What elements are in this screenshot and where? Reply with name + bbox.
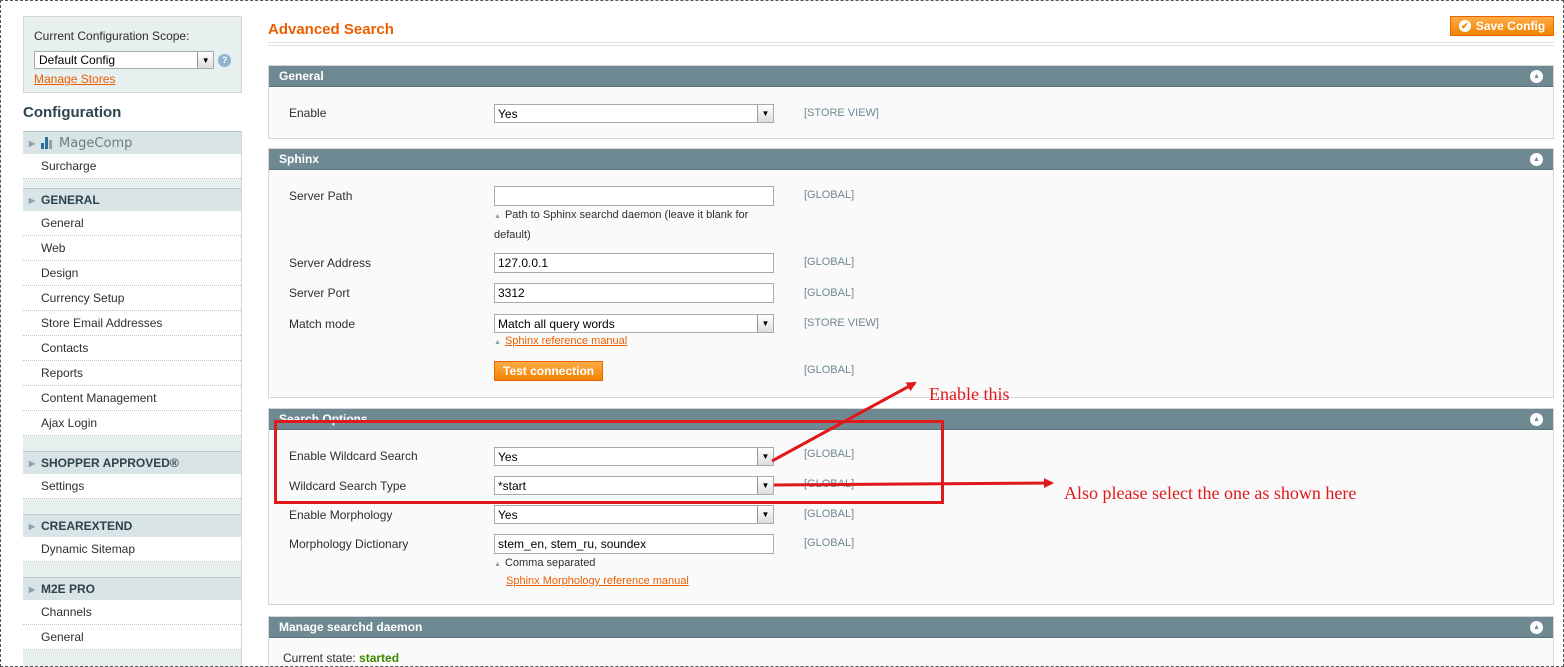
- annotation-arrow-select: [773, 478, 1054, 489]
- annotation-select-shown: Also please select the one as shown here: [1064, 483, 1357, 503]
- annotation-arrow-enable: [771, 381, 917, 463]
- annotation-enable-this: Enable this: [929, 384, 1010, 404]
- annotation-arrows: [771, 381, 1054, 489]
